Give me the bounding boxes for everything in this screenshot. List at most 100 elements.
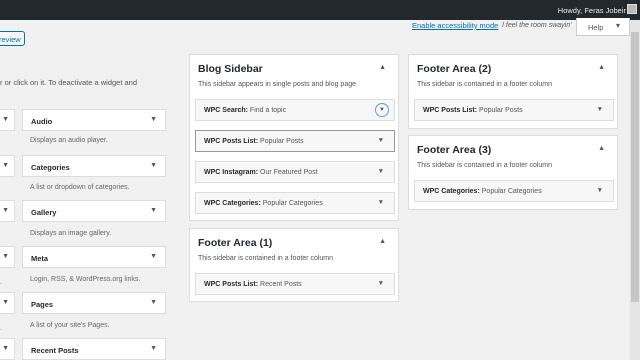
caret-down-icon: ▼ [2, 162, 9, 169]
sidebar-footer-1: Footer Area (1) ▲ This sidebar is contai… [189, 228, 399, 302]
caret-down-icon: ▼ [2, 299, 9, 306]
widget-instance-title: Find a topic [249, 107, 287, 114]
widget-separator: : [245, 107, 248, 114]
sidebar-blog: Blog Sidebar ▲ This sidebar appears in s… [189, 54, 399, 221]
widget-name: WPC Categories [204, 200, 259, 207]
help-button[interactable]: Help ▾ [576, 18, 630, 36]
widget-stub[interactable]: ▼ [0, 155, 15, 177]
caret-down-icon: ▼ [150, 162, 157, 169]
caret-down-icon[interactable]: ▼ [378, 199, 384, 206]
widget-name: WPC Posts List [204, 281, 256, 288]
widget-name: WPC Posts List [204, 138, 256, 145]
caret-up-icon[interactable]: ▲ [598, 64, 605, 71]
widget-instance-title: Recent Posts [260, 281, 302, 288]
scrollbar-thumb[interactable] [631, 32, 639, 302]
sidebar-title[interactable]: Footer Area (2) [417, 63, 491, 75]
admin-bar: Howdy, Feras Jobeir [0, 0, 640, 20]
caret-down-icon: ▼ [150, 116, 157, 123]
widget-instance-title: Popular Posts [479, 107, 523, 114]
sidebar-widget-wpc-search[interactable]: WPC Search: Find a topic ▼ [195, 99, 395, 121]
caret-down-icon: ▼ [2, 116, 9, 123]
widget-meta[interactable]: Meta ▼ [22, 246, 166, 268]
caret-down-icon[interactable]: ▼ [378, 137, 384, 144]
caret-up-icon[interactable]: ▲ [598, 145, 605, 152]
widget-description: Displays an audio player. [30, 137, 108, 144]
avatar[interactable] [627, 4, 637, 14]
widget-recent-posts[interactable]: Recent Posts ▼ [22, 338, 166, 360]
caret-down-icon: ▼ [2, 207, 9, 214]
widget-separator: : [258, 200, 261, 207]
widget-title: Gallery [31, 208, 57, 217]
caret-down-icon: ▼ [150, 345, 157, 352]
caret-down-icon[interactable]: ▼ [597, 106, 603, 113]
widget-stub[interactable]: ▼ [0, 292, 15, 314]
caret-down-icon[interactable]: ▼ [375, 103, 389, 117]
widgets-intro-text: r or click on it. To deactivate a widget… [0, 78, 138, 87]
widget-title: Pages [31, 300, 54, 309]
widget-instance-title: Our Featured Post [260, 169, 318, 176]
widget-separator: : [474, 107, 478, 114]
sidebar-footer-3: Footer Area (3) ▲ This sidebar is contai… [408, 135, 618, 210]
sidebar-description: This sidebar appears in single posts and… [198, 81, 356, 88]
sidebar-description: This sidebar is contained in a footer co… [417, 81, 553, 88]
widget-description: A list or dropdown of categories. [30, 184, 130, 191]
truncated-text: . [0, 279, 2, 286]
hello-dolly-quote: I feel the room swayin' [502, 22, 572, 29]
caret-down-icon: ▼ [2, 345, 9, 352]
caret-down-icon: ▼ [150, 253, 157, 260]
help-label: Help [588, 23, 604, 32]
page-scrollbar[interactable] [630, 20, 640, 360]
caret-down-icon: ▼ [150, 299, 157, 306]
widget-title: Categories [31, 163, 70, 172]
widget-stub[interactable]: ▼ [0, 338, 15, 360]
widget-instance-title: Popular Categories [262, 200, 323, 207]
sidebar-widget-wpc-categories[interactable]: WPC Categories: Popular Categories ▼ [195, 192, 395, 214]
widget-audio[interactable]: Audio ▼ [22, 109, 166, 131]
sidebar-widget-wpc-posts-list[interactable]: WPC Posts List: Popular Posts ▼ [195, 130, 395, 152]
widget-stub[interactable]: ▼ [0, 246, 15, 268]
sidebar-title[interactable]: Footer Area (3) [417, 144, 491, 156]
caret-up-icon[interactable]: ▲ [379, 64, 386, 71]
widget-instance-title: Popular Posts [260, 138, 304, 145]
sidebar-widget-wpc-posts-list[interactable]: WPC Posts List: Recent Posts ▼ [195, 273, 395, 295]
widget-title: Audio [31, 117, 53, 126]
widget-description: A list of your site's Pages. [30, 322, 110, 329]
sidebar-widget-wpc-categories[interactable]: WPC Categories: Popular Categories ▼ [414, 180, 614, 202]
truncated-text: . [0, 325, 2, 332]
widget-separator: : [477, 188, 480, 195]
widget-description: Login, RSS, & WordPress.org links. [30, 276, 141, 283]
widget-separator: : [255, 281, 259, 288]
caret-down-icon[interactable]: ▼ [597, 187, 603, 194]
chevron-down-icon: ▾ [615, 21, 620, 30]
caret-down-icon: ▼ [150, 207, 157, 214]
sidebar-title[interactable]: Footer Area (1) [198, 237, 272, 249]
caret-down-icon[interactable]: ▼ [378, 280, 384, 287]
widget-categories[interactable]: Categories ▼ [22, 155, 166, 177]
sidebar-description: This sidebar is contained in a footer co… [417, 162, 553, 169]
widget-name: WPC Posts List [423, 107, 475, 114]
widget-separator: : [255, 138, 259, 145]
sidebar-description: This sidebar is contained in a footer co… [198, 255, 334, 262]
caret-up-icon[interactable]: ▲ [379, 238, 386, 245]
sidebar-title[interactable]: Blog Sidebar [198, 63, 263, 75]
widget-stub[interactable]: ▼ [0, 200, 15, 222]
widget-separator: : [255, 169, 259, 176]
widget-title: Recent Posts [31, 346, 79, 355]
sidebar-footer-2: Footer Area (2) ▲ This sidebar is contai… [408, 54, 618, 129]
enable-accessibility-link[interactable]: Enable accessibility mode [412, 21, 498, 30]
widget-name: WPC Categories [423, 188, 478, 195]
caret-down-icon[interactable]: ▼ [378, 168, 384, 175]
widget-name: WPC Instagram [204, 169, 256, 176]
widget-instance-title: Popular Categories [481, 188, 542, 195]
howdy-account-link[interactable]: Howdy, Feras Jobeir [558, 6, 626, 15]
caret-down-icon: ▼ [2, 253, 9, 260]
widget-gallery[interactable]: Gallery ▼ [22, 200, 166, 222]
widget-name: WPC Search [204, 107, 246, 114]
widget-description: Displays an image gallery. [30, 230, 112, 237]
widget-stub[interactable]: ▼ [0, 109, 15, 131]
widget-title: Meta [31, 254, 49, 263]
widget-pages[interactable]: Pages ▼ [22, 292, 166, 314]
sidebar-widget-wpc-posts-list[interactable]: WPC Posts List: Popular Posts ▼ [414, 99, 614, 121]
sidebar-widget-wpc-instagram[interactable]: WPC Instagram: Our Featured Post ▼ [195, 161, 395, 183]
preview-button[interactable]: review [0, 31, 25, 46]
